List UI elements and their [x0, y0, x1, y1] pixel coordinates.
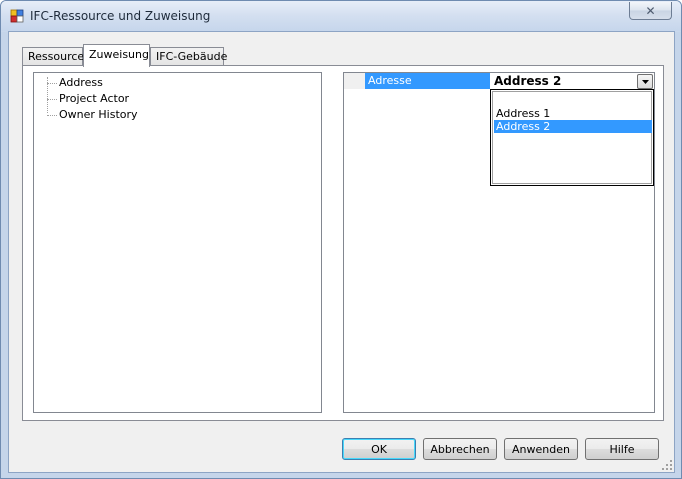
tree-item-label: Owner History: [59, 108, 138, 121]
tree-item-project-actor[interactable]: Project Actor: [47, 91, 129, 107]
cancel-button[interactable]: Abbrechen: [423, 438, 497, 460]
dialog-window: IFC-Ressource und Zuweisung ✕ Ressource …: [0, 0, 682, 479]
close-button[interactable]: ✕: [629, 2, 672, 20]
tab-ressource[interactable]: Ressource: [22, 47, 85, 66]
dialog-client-area: Ressource Zuweisung IFC-Gebäude Address …: [8, 31, 675, 473]
tab-page-zuweisung: Address Project Actor Owner History Adre…: [22, 65, 664, 421]
tree-item-owner-history[interactable]: Owner History: [47, 107, 138, 123]
tree-branch-line: [47, 83, 57, 84]
tab-label: IFC-Gebäude: [156, 50, 228, 63]
ok-button[interactable]: OK: [342, 438, 416, 460]
property-row-adresse[interactable]: Adresse Address 2: [344, 73, 654, 89]
title-bar[interactable]: IFC-Ressource und Zuweisung ✕: [1, 1, 681, 31]
size-grip-icon[interactable]: [662, 460, 672, 470]
tab-ifc-gebaeude[interactable]: IFC-Gebäude: [150, 47, 228, 66]
tab-label: Ressource: [28, 50, 85, 63]
help-button[interactable]: Hilfe: [585, 438, 659, 460]
dropdown-option-address-2[interactable]: Address 2: [494, 120, 652, 133]
property-name[interactable]: Adresse: [365, 73, 490, 89]
dropdown-button[interactable]: [637, 74, 653, 89]
window-title: IFC-Ressource und Zuweisung: [30, 9, 211, 23]
tree-item-label: Address: [59, 76, 103, 89]
app-icon: [10, 9, 24, 23]
property-value[interactable]: Address 2: [491, 73, 637, 89]
tab-zuweisung[interactable]: Zuweisung: [83, 44, 150, 67]
chevron-down-icon: [641, 79, 649, 84]
tree-item-address[interactable]: Address: [47, 75, 103, 91]
tree-branch-line: [47, 99, 57, 100]
dropdown-option-address-1[interactable]: Address 1: [494, 107, 652, 120]
tab-label: Zuweisung: [89, 48, 149, 61]
property-grid[interactable]: Adresse Address 2 Address 1 Address 2: [343, 72, 655, 413]
close-icon: ✕: [645, 3, 656, 18]
dropdown-list[interactable]: Address 1 Address 2: [490, 89, 654, 186]
tree-item-label: Project Actor: [59, 92, 130, 105]
property-row-margin: [344, 73, 365, 89]
tree-branch-line: [47, 115, 57, 116]
tree-view[interactable]: Address Project Actor Owner History: [33, 72, 322, 413]
apply-button[interactable]: Anwenden: [504, 438, 578, 460]
dropdown-list-frame: Address 1 Address 2: [492, 91, 652, 184]
